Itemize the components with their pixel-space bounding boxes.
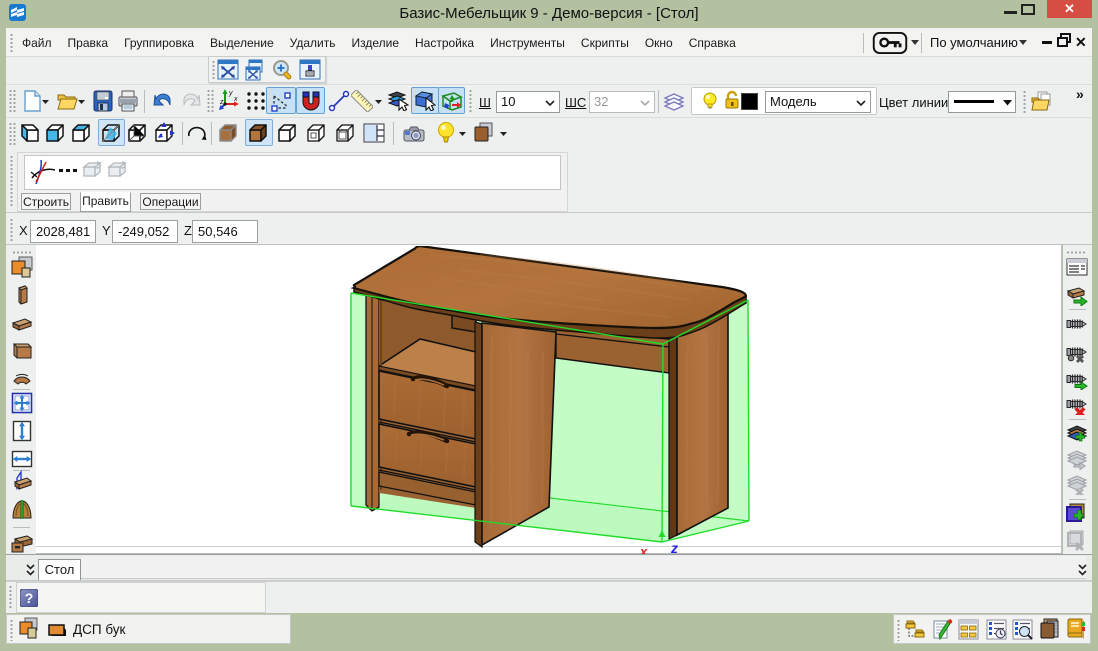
svg-text:x: x bbox=[639, 544, 648, 554]
svg-text:?: ? bbox=[25, 590, 34, 606]
svg-text:x: x bbox=[233, 96, 238, 103]
svg-text:z: z bbox=[670, 540, 678, 554]
svg-text:z: z bbox=[219, 99, 224, 106]
svg-text:y: y bbox=[228, 90, 233, 97]
